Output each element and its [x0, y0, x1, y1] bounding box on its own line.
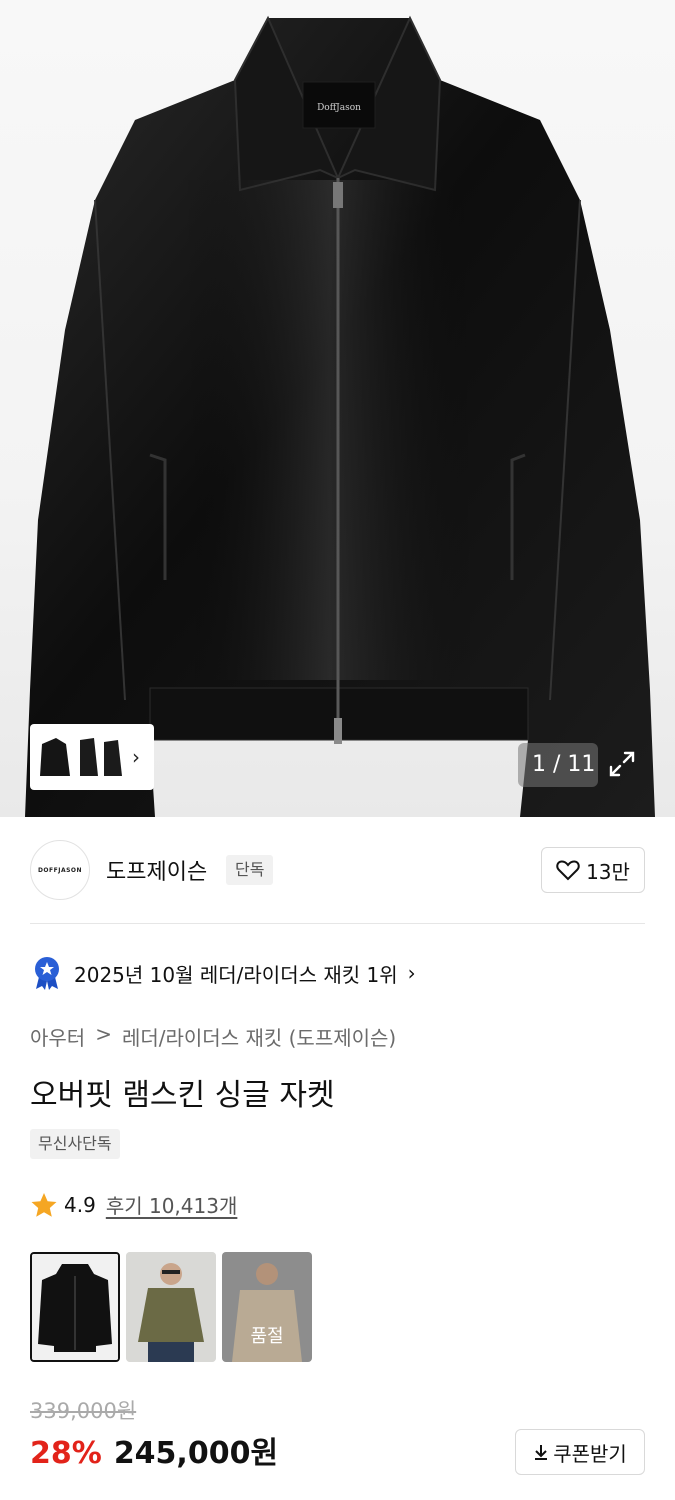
- sale-price: 245,000원: [113, 1436, 279, 1471]
- chevron-right-icon: ›: [132, 745, 140, 769]
- product-image-gallery[interactable]: DoffJason › 1 / 11: [0, 0, 675, 817]
- product-main-image: DoffJason: [25, 15, 655, 817]
- option-black-image: [32, 1254, 118, 1360]
- option-khaki[interactable]: [126, 1252, 216, 1362]
- brand-row: DOFFJASON 도프제이슨 단독 13만: [30, 840, 645, 900]
- divider: [30, 923, 645, 924]
- expand-icon[interactable]: [608, 750, 636, 778]
- breadcrumb-item-outer[interactable]: 아우터: [30, 1022, 85, 1051]
- original-price: 339,000원: [30, 1399, 137, 1423]
- heart-icon: [556, 860, 580, 881]
- option-black[interactable]: [30, 1252, 120, 1362]
- option-khaki-image: [126, 1252, 216, 1362]
- breadcrumb: 아우터 > 레더/라이더스 재킷 (도프제이슨): [30, 1022, 396, 1051]
- option-beige[interactable]: 품절: [222, 1252, 312, 1362]
- download-icon: [535, 1445, 548, 1460]
- ranking-text: 2025년 10월 레더/라이더스 재킷 1위: [74, 962, 398, 987]
- gallery-thumbnail-button[interactable]: ›: [30, 724, 154, 790]
- color-options: 품절: [30, 1252, 312, 1362]
- reviews-link[interactable]: 후기 10,413개: [106, 1190, 238, 1219]
- image-counter: 1 / 11: [518, 743, 598, 787]
- brand-name[interactable]: 도프제이슨: [106, 854, 207, 886]
- breadcrumb-separator: >: [95, 1022, 112, 1046]
- discount-rate: 28%: [30, 1436, 102, 1471]
- rating-score: 4.9: [64, 1192, 96, 1217]
- brand-logo[interactable]: DOFFJASON: [30, 840, 90, 900]
- soldout-label: 품절: [250, 1326, 284, 1347]
- jacket-label-text: DoffJason: [317, 103, 361, 113]
- like-count: 13만: [586, 859, 630, 884]
- chevron-right-icon: ›: [407, 961, 416, 985]
- product-title: 오버핏 램스킨 싱글 자켓: [30, 1078, 335, 1113]
- star-icon: [31, 1192, 57, 1217]
- coupon-label: 쿠폰받기: [553, 1441, 627, 1466]
- ranking-badge-icon: [35, 957, 59, 990]
- breadcrumb-item-leather[interactable]: 레더/라이더스 재킷 (도프제이슨): [122, 1022, 396, 1051]
- price-row: 28% 245,000원: [30, 1428, 278, 1472]
- coupon-button[interactable]: 쿠폰받기: [515, 1429, 645, 1475]
- exclusive-tag: 무신사단독: [30, 1129, 120, 1159]
- gallery-thumbnail-icon: [40, 738, 122, 776]
- brand-exclusive-tag: 단독: [226, 855, 274, 885]
- ranking-link[interactable]: 2025년 10월 레더/라이더스 재킷 1위 ›: [30, 955, 416, 991]
- like-button[interactable]: 13만: [541, 847, 645, 893]
- rating-row: 4.9 후기 10,413개: [30, 1190, 237, 1219]
